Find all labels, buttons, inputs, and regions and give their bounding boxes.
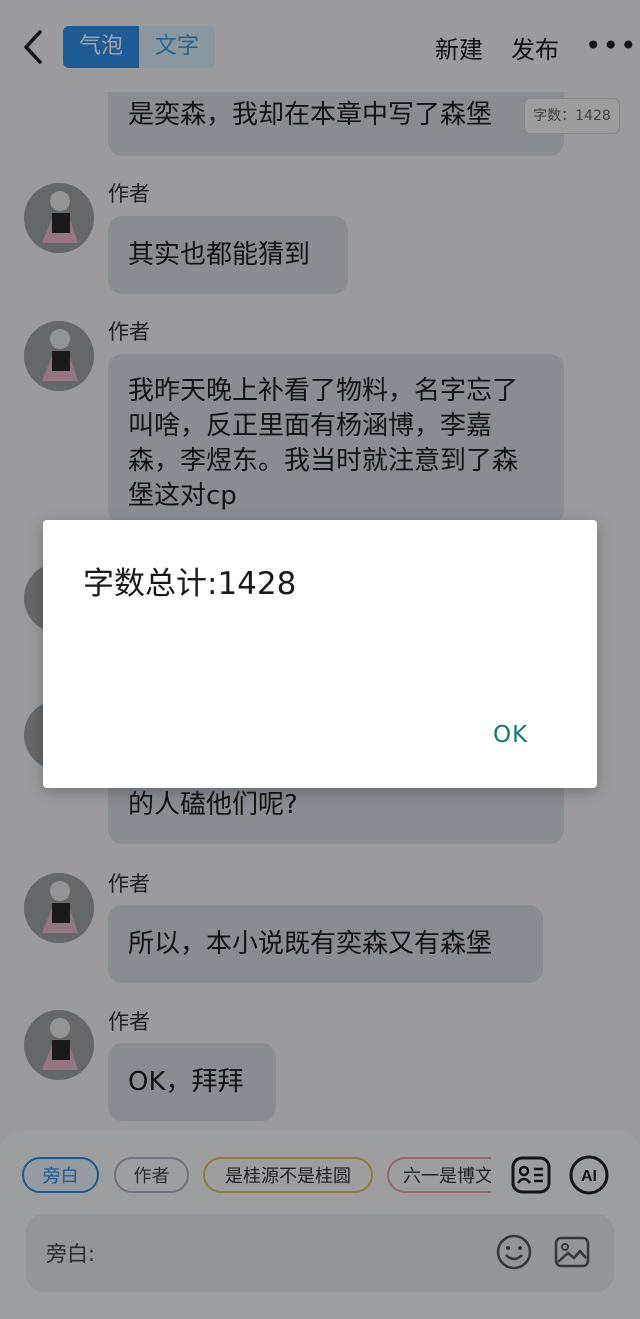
dialog-title: 字数总计:1428 xyxy=(83,566,297,602)
ok-button[interactable]: OK xyxy=(493,722,528,748)
word-count-dialog: 字数总计:1428 OK xyxy=(43,520,597,788)
